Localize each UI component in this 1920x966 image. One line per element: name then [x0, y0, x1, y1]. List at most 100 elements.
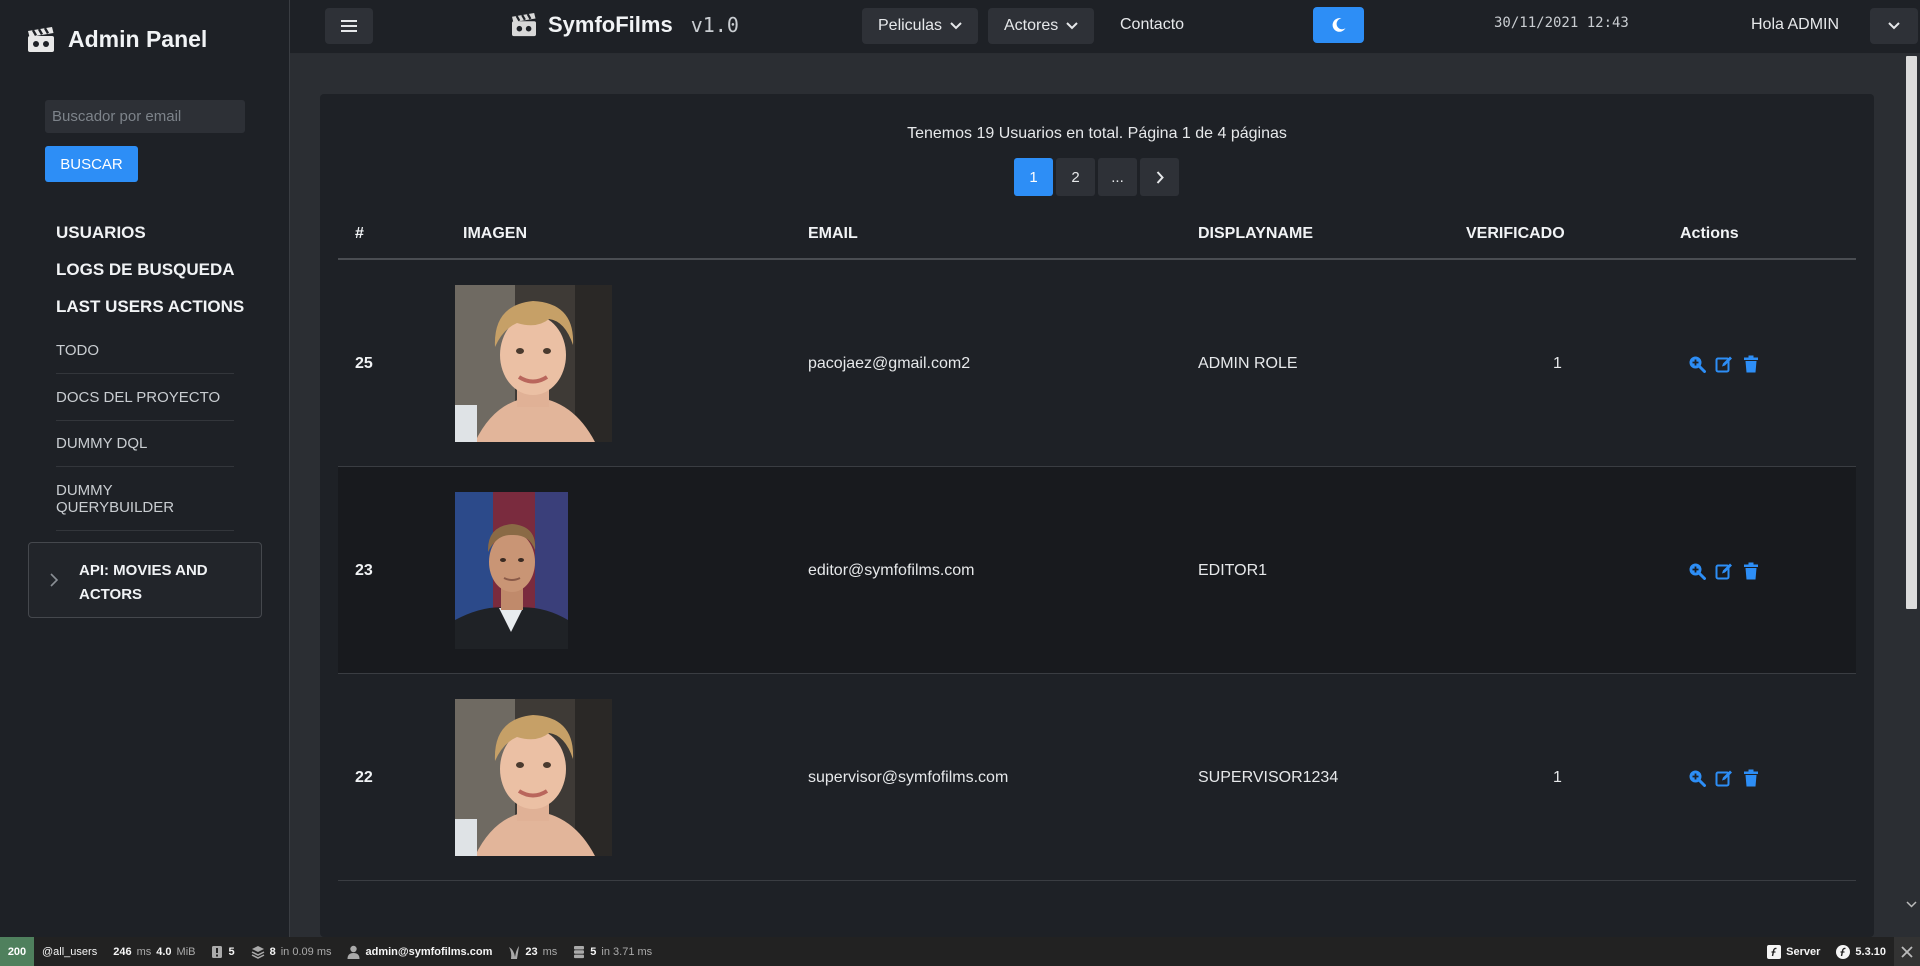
- users-summary: Tenemos 19 Usuarios en total. Página 1 d…: [907, 125, 1287, 142]
- edit-icon[interactable]: [1715, 769, 1733, 787]
- search-email-input[interactable]: [45, 100, 245, 133]
- nav-docs-proyecto[interactable]: DOCS DEL PROYECTO: [56, 389, 234, 421]
- chevron-down-icon: [950, 22, 962, 30]
- close-toolbar-button[interactable]: [1894, 937, 1920, 966]
- hamburger-icon: [341, 20, 357, 32]
- row-actions: [1688, 355, 1760, 373]
- debug-database[interactable]: 5 in 3.71 ms: [565, 937, 660, 966]
- zoom-icon[interactable]: [1688, 355, 1706, 373]
- user-greeting: Hola ADMIN: [1751, 16, 1840, 33]
- request-time-unit: ms: [136, 945, 152, 958]
- col-email: EMAIL: [808, 225, 858, 242]
- page-ellipsis-button[interactable]: ...: [1098, 158, 1137, 196]
- nav-usuarios[interactable]: USUARIOS: [56, 223, 146, 243]
- table-row: 22 supervisor@symfofilms.com SUPERVISOR1…: [338, 674, 1856, 881]
- debug-twig[interactable]: 23 ms: [500, 937, 565, 966]
- server-label: Server: [1786, 945, 1821, 958]
- actores-label: Actores: [1004, 17, 1059, 34]
- user-id: 22: [355, 769, 373, 786]
- pagination: 1 2 ...: [1014, 158, 1179, 196]
- users-card: Tenemos 19 Usuarios en total. Página 1 d…: [320, 94, 1874, 937]
- user-email: editor@symfofilms.com: [808, 562, 975, 579]
- query-count: 5: [590, 945, 597, 958]
- request-time: 246: [113, 945, 132, 958]
- brand-label: Admin Panel: [68, 26, 208, 52]
- http-status-badge[interactable]: 200: [0, 937, 34, 966]
- debug-time[interactable]: 246 ms 4.0 MiB: [105, 937, 203, 966]
- trash-icon[interactable]: [1742, 769, 1760, 787]
- debug-logs[interactable]: 5: [203, 937, 242, 966]
- theme-toggle-button[interactable]: [1313, 7, 1364, 43]
- chevron-down-icon: [1066, 22, 1078, 30]
- user-menu-dropdown[interactable]: [1870, 8, 1918, 44]
- trash-icon[interactable]: [1742, 562, 1760, 580]
- trash-icon[interactable]: [1742, 355, 1760, 373]
- sidebar-toggle-button[interactable]: [325, 8, 373, 44]
- user-id: 23: [355, 562, 373, 579]
- row-actions: [1688, 769, 1760, 787]
- debug-user[interactable]: admin@symfofilms.com: [339, 937, 500, 966]
- user-displayname: ADMIN ROLE: [1198, 355, 1298, 372]
- symfony-logo-icon: [1836, 944, 1851, 959]
- edit-icon[interactable]: [1715, 562, 1733, 580]
- nav-last-users-actions[interactable]: LAST USERS ACTIONS: [56, 297, 244, 317]
- chevron-down-icon: [1888, 22, 1900, 30]
- clapperboard-icon: [512, 13, 536, 37]
- page-scrollbar[interactable]: [1903, 54, 1920, 912]
- clapperboard-icon: [28, 26, 54, 52]
- debug-symfony-version[interactable]: 5.3.10: [1828, 937, 1894, 966]
- database-icon: [574, 945, 585, 958]
- chevron-right-icon: [1156, 170, 1164, 184]
- debug-cache[interactable]: 8 in 0.09 ms: [243, 937, 340, 966]
- user-email: pacojaez@gmail.com2: [808, 355, 971, 372]
- twig-time-unit: ms: [542, 945, 558, 958]
- user-verified: 1: [1553, 769, 1562, 786]
- scroll-down-arrow-icon[interactable]: [1906, 899, 1917, 909]
- nav-logs-busqueda[interactable]: LOGS DE BUSQUEDA: [56, 260, 235, 280]
- close-icon: [1901, 945, 1913, 958]
- nav-todo[interactable]: TODO: [56, 342, 234, 374]
- debug-route[interactable]: @all_users: [34, 937, 105, 966]
- table-row: 25 pacojaez@gmail.com2 ADMIN ROLE 1: [338, 260, 1856, 467]
- user-displayname: SUPERVISOR1234: [1198, 769, 1339, 786]
- table-header: # IMAGEN EMAIL DISPLAYNAME VERIFICADO Ac…: [338, 216, 1856, 260]
- edit-icon[interactable]: [1715, 355, 1733, 373]
- user-displayname: EDITOR1: [1198, 562, 1268, 579]
- sidebar: Admin Panel BUSCAR USUARIOS LOGS DE BUSQ…: [0, 0, 290, 937]
- memory-usage: 4.0: [156, 945, 172, 958]
- user-icon: [347, 945, 360, 959]
- next-page-button[interactable]: [1140, 158, 1179, 196]
- col-actions: Actions: [1680, 225, 1739, 242]
- cache-detail: in 0.09 ms: [280, 945, 332, 958]
- user-verified: 1: [1553, 355, 1562, 372]
- current-datetime: 30/11/2021 12:43: [1494, 15, 1629, 31]
- site-version: v1.0: [690, 13, 739, 37]
- memory-unit: MiB: [176, 945, 196, 958]
- debug-toolbar-right: Server 5.3.10: [1759, 937, 1920, 966]
- route-name: @all_users: [42, 945, 98, 958]
- warning-icon: [212, 945, 223, 958]
- zoom-icon[interactable]: [1688, 769, 1706, 787]
- site-title[interactable]: SymfoFilms v1.0: [510, 12, 739, 38]
- debug-server[interactable]: Server: [1759, 937, 1828, 966]
- moon-icon: [1332, 18, 1345, 32]
- brand[interactable]: Admin Panel: [26, 26, 207, 53]
- table-row: 23 editor@symfofilms.com EDITOR1: [338, 467, 1856, 674]
- contacto-link[interactable]: Contacto: [1120, 16, 1184, 34]
- actores-dropdown[interactable]: Actores: [988, 8, 1095, 44]
- user-email: supervisor@symfofilms.com: [808, 769, 1009, 786]
- twig-time: 23: [525, 945, 538, 958]
- scrollbar-thumb[interactable]: [1906, 56, 1917, 609]
- user-avatar-image: [455, 285, 612, 442]
- page-2-button[interactable]: 2: [1056, 158, 1095, 196]
- search-button[interactable]: BUSCAR: [45, 146, 138, 182]
- api-section-toggle[interactable]: API: MOVIES AND ACTORS: [28, 542, 262, 618]
- site-name: SymfoFilms: [548, 12, 673, 37]
- nav-dummy-dql[interactable]: DUMMY DQL: [56, 435, 234, 467]
- zoom-icon[interactable]: [1688, 562, 1706, 580]
- page-1-button[interactable]: 1: [1014, 158, 1053, 196]
- nav-dummy-querybuilder[interactable]: DUMMY QUERYBUILDER: [56, 482, 234, 531]
- row-actions: [1688, 562, 1760, 580]
- peliculas-dropdown[interactable]: Peliculas: [862, 8, 979, 44]
- log-count: 5: [228, 945, 235, 958]
